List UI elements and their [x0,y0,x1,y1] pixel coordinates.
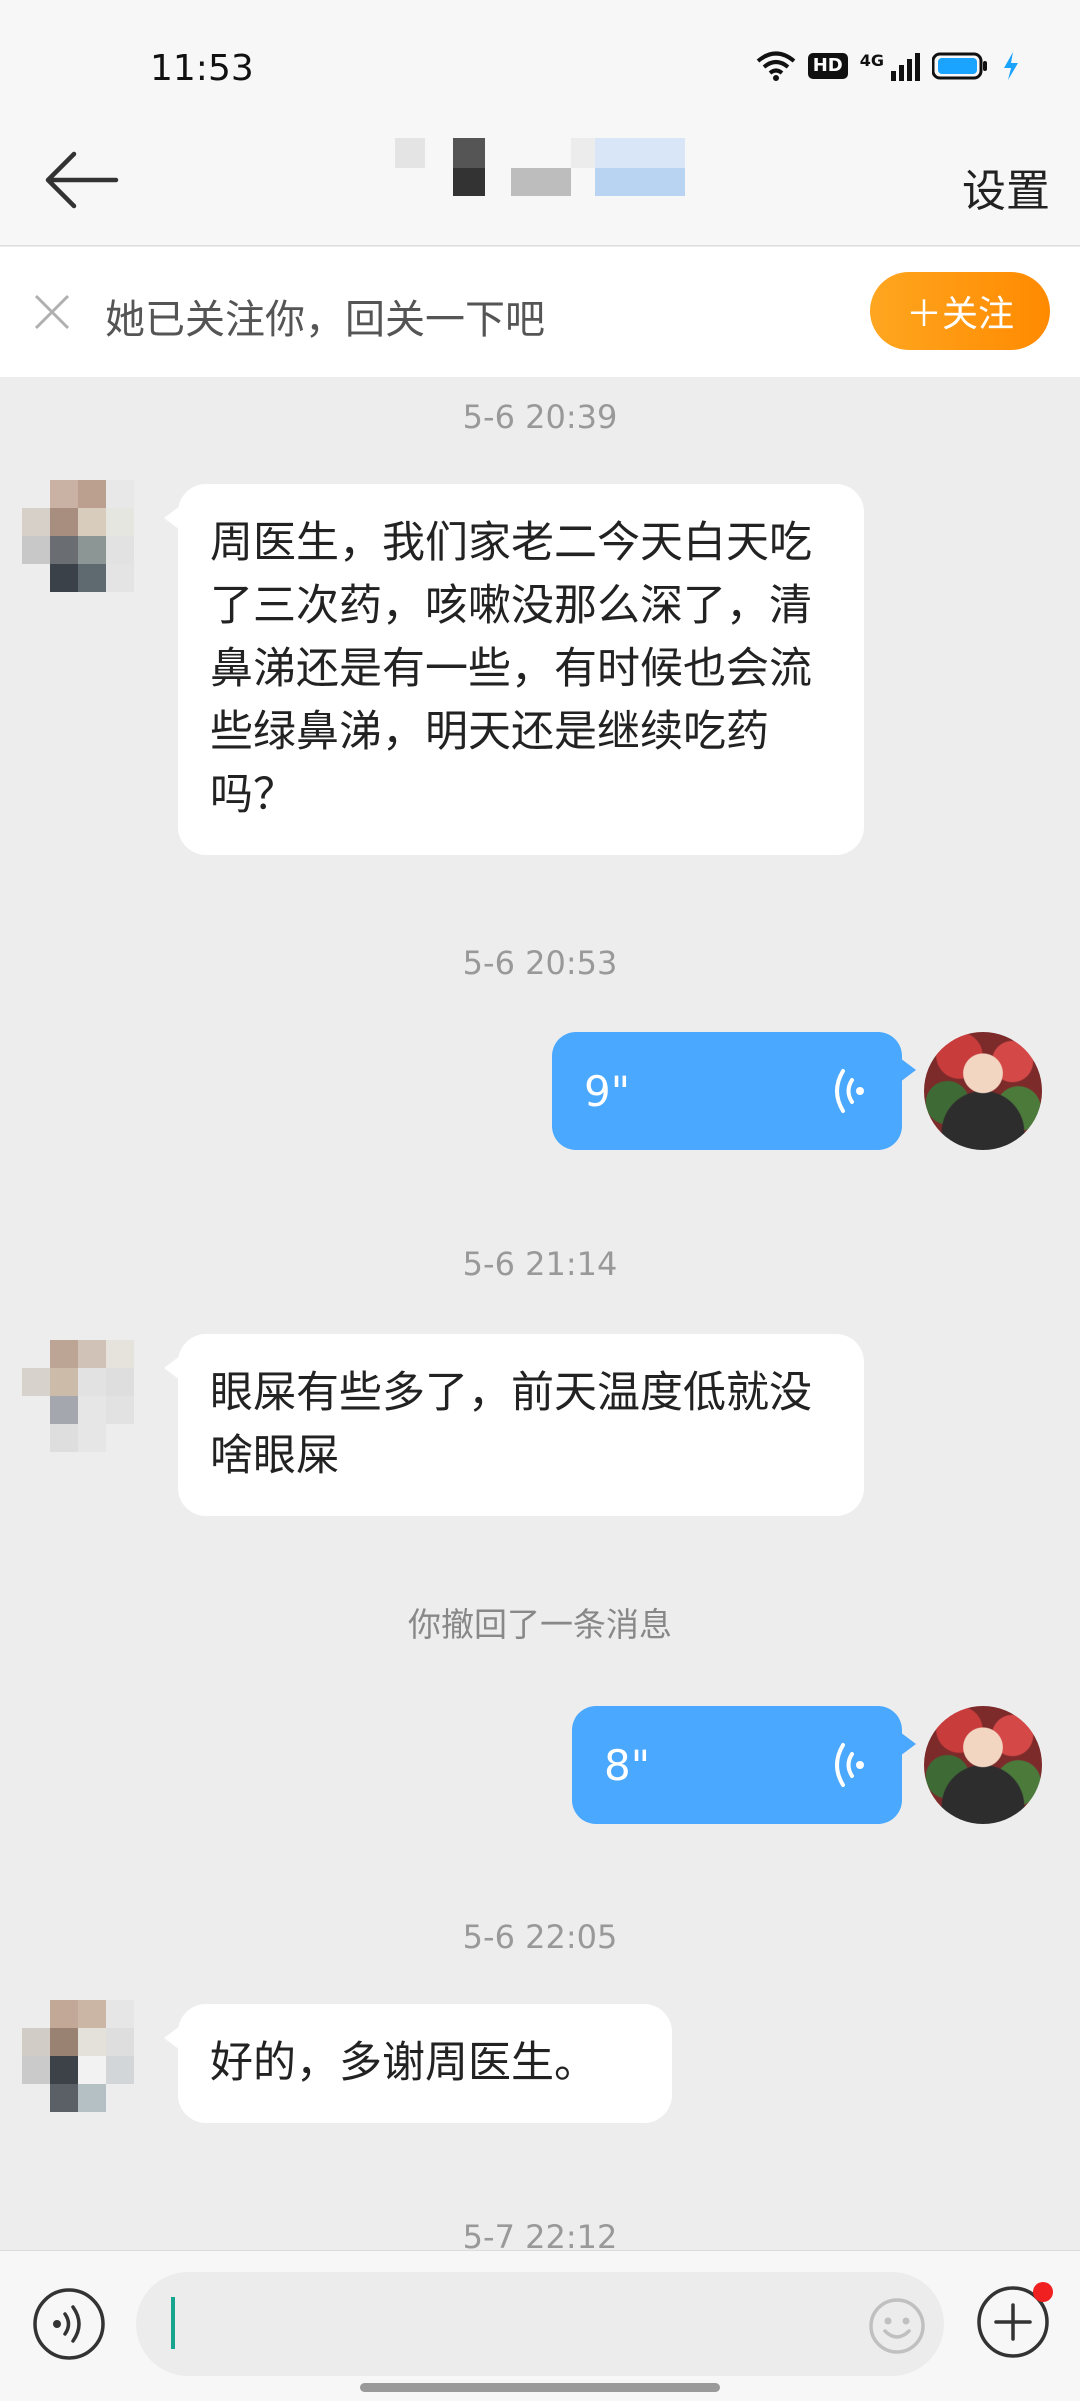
text-cursor [171,2297,175,2349]
home-indicator[interactable] [360,2383,720,2392]
hd-badge: HD [807,53,848,79]
follow-button[interactable]: ＋关注 [870,272,1050,350]
contact-name-pixelated [395,138,695,203]
battery-icon [932,52,987,80]
emoji-icon[interactable] [868,2297,926,2355]
follow-suggestion-text: 她已关注你，回关一下吧 [105,297,545,343]
message-timestamp: 5-6 21:14 [462,1245,618,1283]
wifi-icon [756,51,795,81]
message-bubble-received[interactable]: 眼屎有些多了，前天温度低就没啥眼屎 [164,1334,864,1516]
message-bubble-received[interactable]: 好的，多谢周医生。 [164,2004,672,2123]
voice-message-bubble[interactable]: 9" [552,1032,916,1150]
message-timestamp: 5-6 20:39 [462,398,618,436]
signal-icon [891,53,920,81]
contact-avatar[interactable] [22,2000,142,2120]
close-icon[interactable] [30,290,74,334]
contact-avatar[interactable] [22,1340,142,1460]
settings-button[interactable]: 设置 [962,155,1050,219]
back-arrow-icon[interactable] [40,145,120,215]
message-input[interactable] [136,2272,944,2376]
my-avatar[interactable] [924,1706,1042,1824]
message-bubble-received[interactable]: 周医生，我们家老二今天白天吃了三次药，咳嗽没那么深了，清鼻涕还是有一些，有时候也… [164,484,864,855]
recall-notice: 你撤回了一条消息 [408,1605,672,1644]
message-timestamp: 5-6 20:53 [462,944,618,982]
voice-duration: 9" [584,1066,631,1116]
voice-duration: 8" [604,1740,651,1790]
my-avatar[interactable] [924,1032,1042,1150]
status-time: 11:53 [150,48,254,89]
message-timestamp: 5-6 22:05 [462,1918,618,1956]
contact-avatar[interactable] [22,480,142,600]
voice-wave-icon [835,1743,864,1787]
notification-dot [1033,2282,1053,2302]
voice-wave-icon [835,1069,864,1113]
status-icons: HD 4G [756,50,1020,82]
voice-toggle-icon[interactable] [32,2287,106,2361]
network-type: 4G [859,50,884,70]
voice-message-bubble[interactable]: 8" [572,1706,916,1824]
charging-icon [1004,52,1018,80]
status-bar: 11:53 HD 4G [0,0,1080,140]
